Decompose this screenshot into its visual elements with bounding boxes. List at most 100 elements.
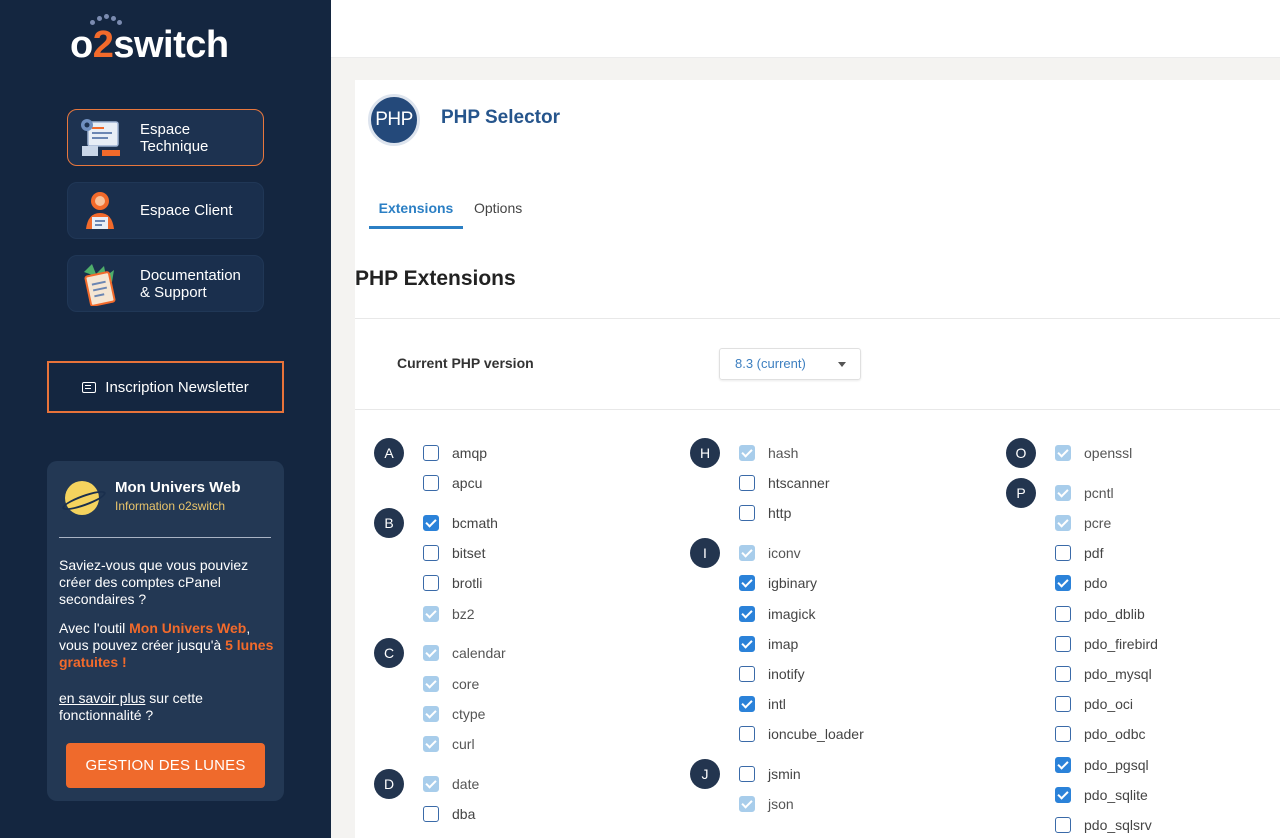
extension-checkbox[interactable]: [739, 696, 755, 713]
extension-intl[interactable]: intl: [739, 694, 786, 714]
card-text-1: Saviez-vous que vous pouviez créer des c…: [59, 557, 249, 607]
extension-label: ctype: [452, 705, 486, 722]
tab-options[interactable]: Options: [474, 200, 522, 229]
extension-label: pdo_odbc: [1084, 726, 1146, 743]
letter-badge-p: P: [1006, 477, 1036, 508]
letter-badge-a: A: [374, 438, 404, 468]
extension-label: pdo_firebird: [1084, 635, 1158, 652]
client-space-icon: [78, 189, 126, 233]
extension-pdo_sqlite[interactable]: pdo_sqlite: [1055, 785, 1148, 805]
caret-down-icon: [838, 362, 846, 367]
extension-label: pdf: [1084, 545, 1104, 562]
extension-checkbox[interactable]: [1055, 756, 1071, 773]
extension-checkbox: [423, 705, 439, 722]
extension-label: jsmin: [768, 766, 801, 783]
extension-checkbox: [423, 605, 439, 622]
extension-label: iconv: [768, 545, 801, 562]
nav-label-line2: & Support: [140, 283, 207, 301]
extension-checkbox[interactable]: [1055, 605, 1071, 622]
extension-label: amqp: [452, 445, 488, 461]
extension-checkbox[interactable]: [739, 766, 755, 783]
extension-brotli[interactable]: brotli: [423, 573, 482, 593]
extension-checkbox[interactable]: [423, 575, 439, 592]
extension-checkbox[interactable]: [739, 505, 755, 522]
extension-checkbox[interactable]: [423, 515, 439, 531]
extension-checkbox: [1055, 445, 1071, 461]
extension-checkbox[interactable]: [739, 575, 755, 592]
nav-espace-client[interactable]: Espace Client: [67, 182, 264, 239]
extension-http[interactable]: http: [739, 503, 791, 523]
extension-label: ioncube_loader: [768, 726, 864, 743]
extension-checkbox[interactable]: [1055, 575, 1071, 592]
php-version-select[interactable]: 8.3 (current): [719, 348, 861, 380]
extension-pdo_pgsql[interactable]: pdo_pgsql: [1055, 755, 1149, 775]
extension-checkbox[interactable]: [1055, 666, 1071, 682]
extension-bcmath[interactable]: bcmath: [423, 513, 498, 533]
nav-documentation-support[interactable]: Documentation & Support: [67, 255, 264, 312]
extension-label: imap: [768, 635, 799, 652]
o2switch-logo[interactable]: o2switch: [70, 14, 270, 74]
extension-checkbox[interactable]: [1055, 635, 1071, 652]
extension-checkbox[interactable]: [739, 635, 755, 652]
extension-ioncube_loader[interactable]: ioncube_loader: [739, 724, 864, 744]
extension-pcre: pcre: [1055, 513, 1111, 533]
extension-label: pdo: [1084, 575, 1108, 592]
extension-checkbox[interactable]: [739, 666, 755, 682]
extension-pdo_sqlsrv[interactable]: pdo_sqlsrv: [1055, 815, 1152, 835]
extension-label: intl: [768, 696, 786, 713]
extension-checkbox: [423, 675, 439, 692]
gestion-des-lunes-button[interactable]: GESTION DES LUNES: [66, 743, 265, 788]
extension-inotify[interactable]: inotify: [739, 664, 805, 684]
extension-checkbox[interactable]: [423, 445, 439, 461]
extension-imagick[interactable]: imagick: [739, 604, 815, 624]
extension-label: htscanner: [768, 475, 830, 492]
extension-pdo_odbc[interactable]: pdo_odbc: [1055, 724, 1146, 744]
extension-label: pdo_sqlite: [1084, 786, 1148, 803]
extension-dba[interactable]: dba: [423, 804, 475, 824]
extension-igbinary[interactable]: igbinary: [739, 573, 817, 593]
extension-pdo_mysql[interactable]: pdo_mysql: [1055, 664, 1152, 684]
extension-pdo_firebird[interactable]: pdo_firebird: [1055, 634, 1158, 654]
sidebar: o2switch Espace Technique Espace Client …: [0, 0, 331, 838]
extension-pdo_oci[interactable]: pdo_oci: [1055, 694, 1133, 714]
extension-imap[interactable]: imap: [739, 634, 798, 654]
extension-checkbox[interactable]: [1055, 545, 1071, 562]
extension-label: pdo_oci: [1084, 696, 1134, 713]
newsletter-button[interactable]: Inscription Newsletter: [47, 361, 284, 413]
extension-label: apcu: [452, 475, 483, 492]
nav-espace-technique[interactable]: Espace Technique: [67, 109, 264, 166]
learn-more-link[interactable]: en savoir plus: [59, 690, 145, 706]
extension-calendar: calendar: [423, 643, 506, 663]
extension-label: hash: [768, 445, 799, 461]
extension-pdo[interactable]: pdo: [1055, 573, 1107, 593]
extension-checkbox[interactable]: [1055, 817, 1071, 833]
extension-checkbox[interactable]: [423, 475, 439, 492]
extension-amqp[interactable]: amqp: [423, 443, 487, 463]
tab-extensions[interactable]: Extensions: [369, 200, 463, 229]
extension-pdo_dblib[interactable]: pdo_dblib: [1055, 604, 1145, 624]
nav-label-line1: Espace: [140, 120, 191, 138]
extension-pcntl: pcntl: [1055, 483, 1114, 503]
extension-openssl: openssl: [1055, 443, 1132, 463]
card-text-3: en savoir plus sur cette fonctionnalité …: [59, 690, 277, 724]
extension-checkbox[interactable]: [1055, 786, 1071, 803]
extension-bitset[interactable]: bitset: [423, 543, 485, 563]
extension-checkbox[interactable]: [739, 475, 755, 492]
extension-jsmin[interactable]: jsmin: [739, 764, 801, 784]
extension-apcu[interactable]: apcu: [423, 473, 482, 493]
php-selector-panel: PHP PHP Selector Extensions Options PHP …: [355, 80, 1280, 838]
extension-checkbox[interactable]: [739, 726, 755, 743]
extension-checkbox[interactable]: [423, 806, 439, 822]
card-divider: [59, 537, 271, 538]
logo-suffix: switch: [113, 24, 229, 66]
extension-checkbox[interactable]: [423, 545, 439, 562]
extension-pdf[interactable]: pdf: [1055, 543, 1103, 563]
extension-label: core: [452, 675, 480, 692]
letter-badge-c: C: [374, 638, 404, 669]
nav-label: Espace Client: [140, 202, 233, 219]
documentation-icon: [78, 262, 126, 307]
extension-checkbox[interactable]: [1055, 726, 1071, 743]
extension-checkbox[interactable]: [1055, 696, 1071, 713]
extension-checkbox[interactable]: [739, 605, 755, 622]
extension-htscanner[interactable]: htscanner: [739, 473, 829, 493]
